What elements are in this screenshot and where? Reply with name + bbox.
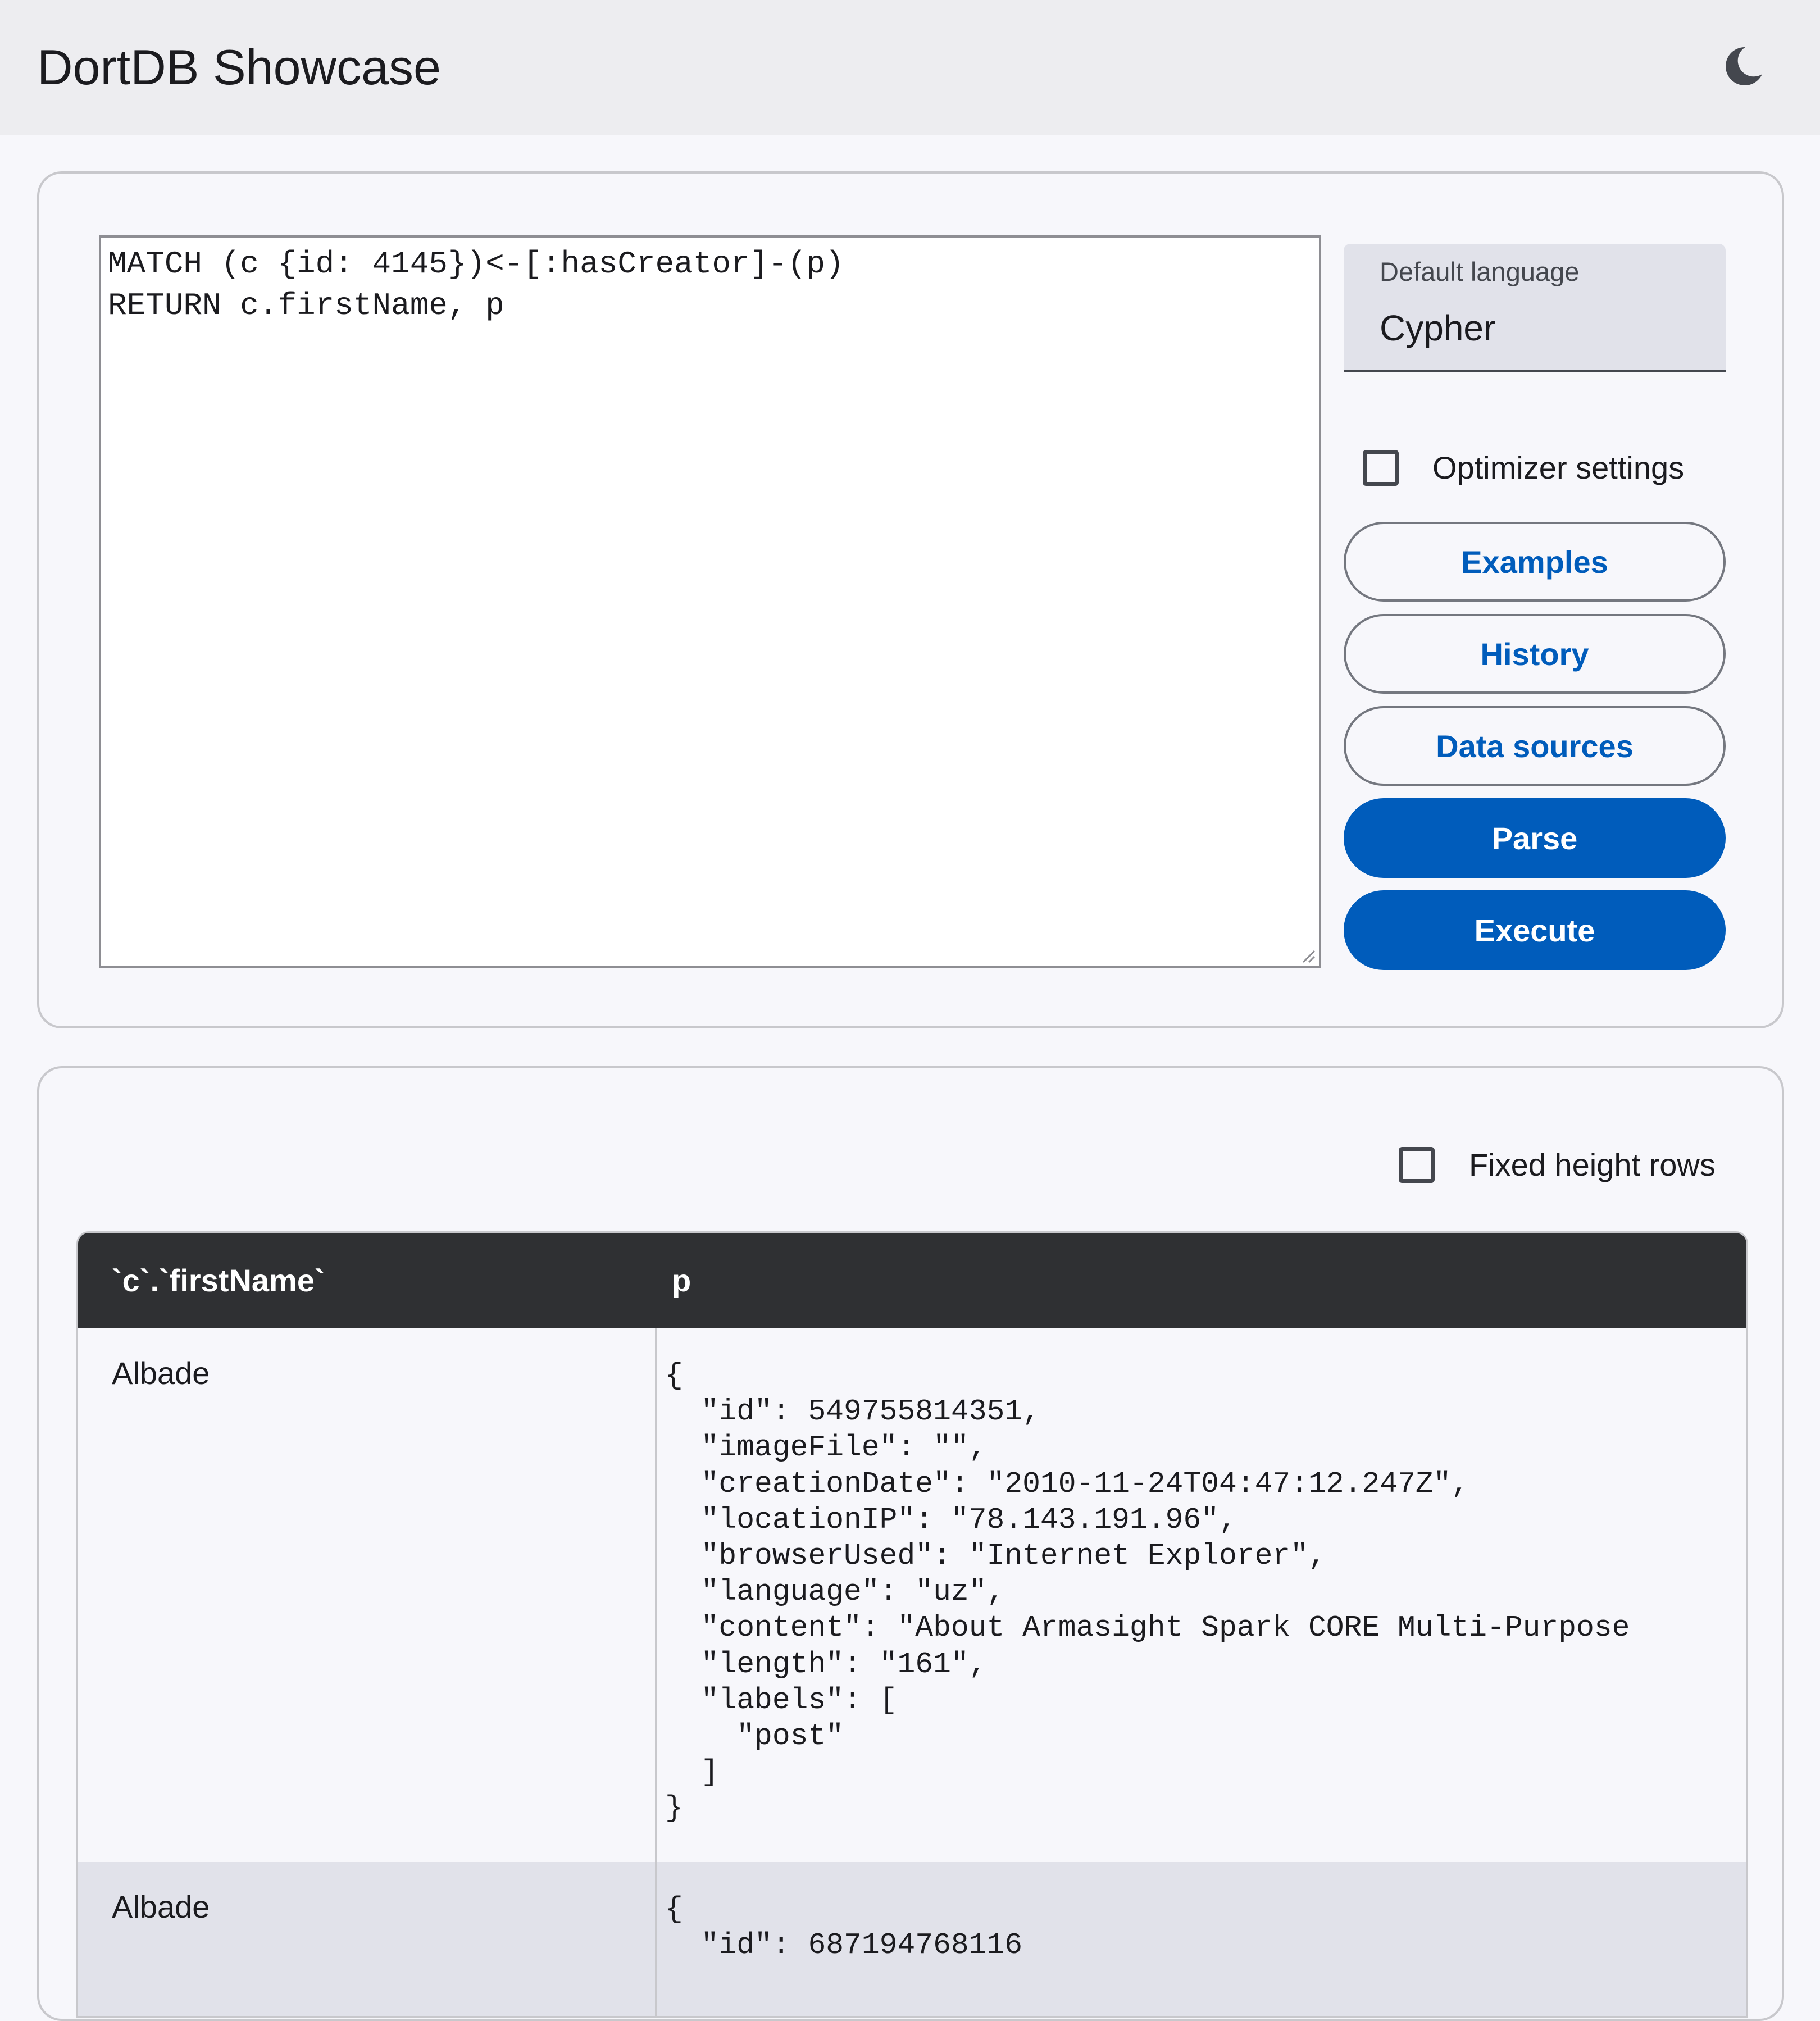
theme-toggle-button[interactable] <box>1716 39 1770 93</box>
top-app-bar: DortDB Showcase <box>0 0 1820 135</box>
results-panel: Fixed height rows `c`.`firstName` p Alba… <box>37 1066 1784 2021</box>
parse-button[interactable]: Parse <box>1344 798 1726 878</box>
default-language-label: Default language <box>1380 257 1580 286</box>
moon-icon <box>1726 47 1762 85</box>
results-table: `c`.`firstName` p Albade { "id": 5497558… <box>76 1231 1748 2018</box>
query-editor[interactable]: MATCH (c {id: 4145})<-[:hasCreator]-(p) … <box>99 235 1321 968</box>
fixed-height-rows-label: Fixed height rows <box>1469 1147 1716 1182</box>
column-header-p[interactable]: p <box>672 1233 691 1328</box>
optimizer-settings-label: Optimizer settings <box>1432 450 1685 485</box>
default-language-value: Cypher <box>1380 308 1496 348</box>
data-sources-button[interactable]: Data sources <box>1344 706 1726 786</box>
table-row: Albade { "id": 687194768116 <box>78 1862 1746 2016</box>
column-header-firstname[interactable]: `c`.`firstName` <box>112 1233 325 1328</box>
app-title: DortDB Showcase <box>37 39 441 95</box>
cell-p-json: { "id": 687194768116 <box>665 1892 1023 1963</box>
table-row: Albade { "id": 549755814351, "imageFile"… <box>78 1328 1746 1862</box>
optimizer-settings-checkbox[interactable] <box>1363 450 1399 486</box>
fixed-height-rows-checkbox[interactable] <box>1399 1147 1435 1183</box>
execute-button[interactable]: Execute <box>1344 890 1726 970</box>
cell-p-json: { "id": 549755814351, "imageFile": "", "… <box>665 1359 1630 1826</box>
resize-handle-icon[interactable] <box>1298 945 1317 964</box>
cell-firstname: Albade <box>112 1889 210 1924</box>
column-divider <box>655 1328 657 2016</box>
examples-button[interactable]: Examples <box>1344 522 1726 602</box>
query-panel: MATCH (c {id: 4145})<-[:hasCreator]-(p) … <box>37 171 1784 1028</box>
default-language-select[interactable]: Default language Cypher <box>1344 244 1726 372</box>
cell-firstname: Albade <box>112 1355 210 1391</box>
table-header: `c`.`firstName` p <box>78 1233 1746 1328</box>
history-button[interactable]: History <box>1344 614 1726 694</box>
